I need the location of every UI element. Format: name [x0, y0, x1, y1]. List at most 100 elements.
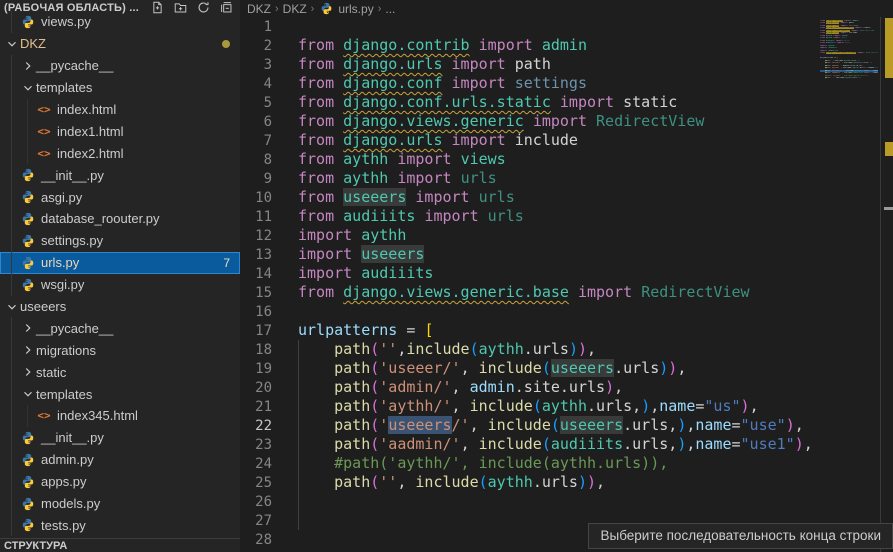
code-line[interactable]: 26	[240, 492, 820, 511]
code-line[interactable]: 25 path('', include(aythh.urls)),	[240, 473, 820, 492]
chevron-right-icon[interactable]	[20, 364, 36, 380]
tree-item-models-py[interactable]: models.py	[0, 493, 240, 515]
code-line[interactable]: 5from django.conf.urls.static import sta…	[240, 93, 820, 112]
tree-item-migrations[interactable]: migrations	[0, 339, 240, 361]
code-text: #path('aythh/', include(aythh.urls)),	[298, 454, 668, 473]
tree-item-views-py[interactable]: views.py	[0, 11, 240, 33]
line-number[interactable]: 3	[240, 57, 298, 73]
tree-item-admin-py[interactable]: admin.py	[0, 449, 240, 471]
minimap-border	[880, 17, 881, 552]
chevron-right-icon[interactable]	[20, 342, 36, 358]
tree-item-static[interactable]: static	[0, 361, 240, 383]
code-line[interactable]: 16	[240, 302, 820, 321]
breadcrumb-item[interactable]: DKZ	[247, 2, 271, 16]
chevron-right-icon[interactable]	[20, 320, 36, 336]
line-number[interactable]: 16	[240, 304, 298, 320]
tree-item-tests-py[interactable]: tests.py	[0, 514, 240, 536]
line-number[interactable]: 28	[240, 532, 298, 548]
line-number[interactable]: 7	[240, 133, 298, 149]
line-number[interactable]: 14	[240, 266, 298, 282]
code-line[interactable]: 14import audiiits	[240, 264, 820, 283]
line-number[interactable]: 17	[240, 323, 298, 339]
tree-item-dkz[interactable]: DKZ	[0, 33, 240, 55]
line-number[interactable]: 8	[240, 152, 298, 168]
minimap-line	[820, 85, 878, 88]
code-line[interactable]: 17urlpatterns = [	[240, 321, 820, 340]
python-icon	[20, 211, 36, 227]
code-line[interactable]: 1	[240, 17, 820, 36]
tree-item-index-html[interactable]: <>index.html	[0, 99, 240, 121]
breadcrumb-item[interactable]: ...	[385, 2, 395, 16]
code-line[interactable]: 21 path('aythh/', include(aythh.urls,),n…	[240, 397, 820, 416]
chevron-down-icon[interactable]	[4, 299, 20, 315]
code-line[interactable]: 18 path('',include(aythh.urls)),	[240, 340, 820, 359]
line-number[interactable]: 13	[240, 247, 298, 263]
line-number[interactable]: 23	[240, 437, 298, 453]
code-line[interactable]: 23 path('aadmin/', include(audiiits.urls…	[240, 435, 820, 454]
tree-item-wsgi-py[interactable]: wsgi.py	[0, 274, 240, 296]
code-line[interactable]: 12import aythh	[240, 226, 820, 245]
code-line[interactable]: 22 path('useeers/', include(useeers.urls…	[240, 416, 820, 435]
tree-item-templates[interactable]: templates	[0, 383, 240, 405]
breadcrumb-item[interactable]: urls.py	[338, 2, 373, 16]
code-line[interactable]: 20 path('admin/', admin.site.urls),	[240, 378, 820, 397]
chevron-down-icon[interactable]	[20, 80, 36, 96]
line-number[interactable]: 1	[240, 19, 298, 35]
tree-item-index345-html[interactable]: <>index345.html	[0, 405, 240, 427]
tree-item-useeers[interactable]: useeers	[0, 296, 240, 318]
line-number[interactable]: 2	[240, 38, 298, 54]
code-line[interactable]: 10from useeers import urls	[240, 188, 820, 207]
tree-item--pycache-[interactable]: __pycache__	[0, 317, 240, 339]
chevron-down-icon[interactable]	[20, 386, 36, 402]
tree-item-index2-html[interactable]: <>index2.html	[0, 142, 240, 164]
tree-item-templates[interactable]: templates	[0, 77, 240, 99]
code-line[interactable]: 6from django.views.generic import Redire…	[240, 112, 820, 131]
code-line[interactable]: 24 #path('aythh/', include(aythh.urls)),	[240, 454, 820, 473]
breadcrumb-item[interactable]: DKZ	[283, 2, 307, 16]
code-line[interactable]: 9from aythh import urls	[240, 169, 820, 188]
code-line[interactable]: 4from django.conf import settings	[240, 74, 820, 93]
code-line[interactable]: 15from django.views.generic.base import …	[240, 283, 820, 302]
chevron-right-icon[interactable]	[20, 58, 36, 74]
line-number[interactable]: 20	[240, 380, 298, 396]
line-number[interactable]: 9	[240, 171, 298, 187]
tree-item-settings-py[interactable]: settings.py	[0, 230, 240, 252]
code-line[interactable]: 2from django.contrib import admin	[240, 36, 820, 55]
line-number[interactable]: 10	[240, 190, 298, 206]
tree-item-label: urls.py	[41, 255, 79, 270]
line-number[interactable]: 27	[240, 513, 298, 529]
line-number[interactable]: 24	[240, 456, 298, 472]
code-line[interactable]: 13import useeers	[240, 245, 820, 264]
line-number[interactable]: 21	[240, 399, 298, 415]
tree-item--init-py[interactable]: __init__.py	[0, 427, 240, 449]
tree-item--init-py[interactable]: __init__.py	[0, 164, 240, 186]
line-number[interactable]: 6	[240, 114, 298, 130]
tree-item-asgi-py[interactable]: asgi.py	[0, 186, 240, 208]
tree-item-urls-py[interactable]: urls.py7	[0, 252, 240, 274]
line-number[interactable]: 26	[240, 494, 298, 510]
code-line[interactable]: 3from django.urls import path	[240, 55, 820, 74]
code-line[interactable]: 19 path('useeer/', include(useeers.urls)…	[240, 359, 820, 378]
tree-item-database-roouter-py[interactable]: database_roouter.py	[0, 208, 240, 230]
line-number[interactable]: 11	[240, 209, 298, 225]
line-number[interactable]: 4	[240, 76, 298, 92]
tree-item-label: templates	[36, 387, 92, 402]
tree-item-index1-html[interactable]: <>index1.html	[0, 120, 240, 142]
line-number[interactable]: 15	[240, 285, 298, 301]
code-line[interactable]: 7from django.urls import include	[240, 131, 820, 150]
line-number[interactable]: 18	[240, 342, 298, 358]
line-number[interactable]: 22	[240, 418, 298, 434]
outline-section-header[interactable]: СТРУКТУРА	[0, 538, 240, 552]
code-area[interactable]: 12from django.contrib import admin3from …	[240, 17, 820, 549]
code-text: from audiiits import urls	[298, 207, 524, 226]
line-number[interactable]: 5	[240, 95, 298, 111]
code-line[interactable]: 8from aythh import views	[240, 150, 820, 169]
chevron-down-icon[interactable]	[4, 36, 20, 52]
code-line[interactable]: 11from audiiits import urls	[240, 207, 820, 226]
minimap[interactable]: from django.contrib import adminfrom dja…	[820, 17, 878, 87]
line-number[interactable]: 12	[240, 228, 298, 244]
line-number[interactable]: 25	[240, 475, 298, 491]
tree-item-apps-py[interactable]: apps.py	[0, 471, 240, 493]
tree-item--pycache-[interactable]: __pycache__	[0, 55, 240, 77]
line-number[interactable]: 19	[240, 361, 298, 377]
